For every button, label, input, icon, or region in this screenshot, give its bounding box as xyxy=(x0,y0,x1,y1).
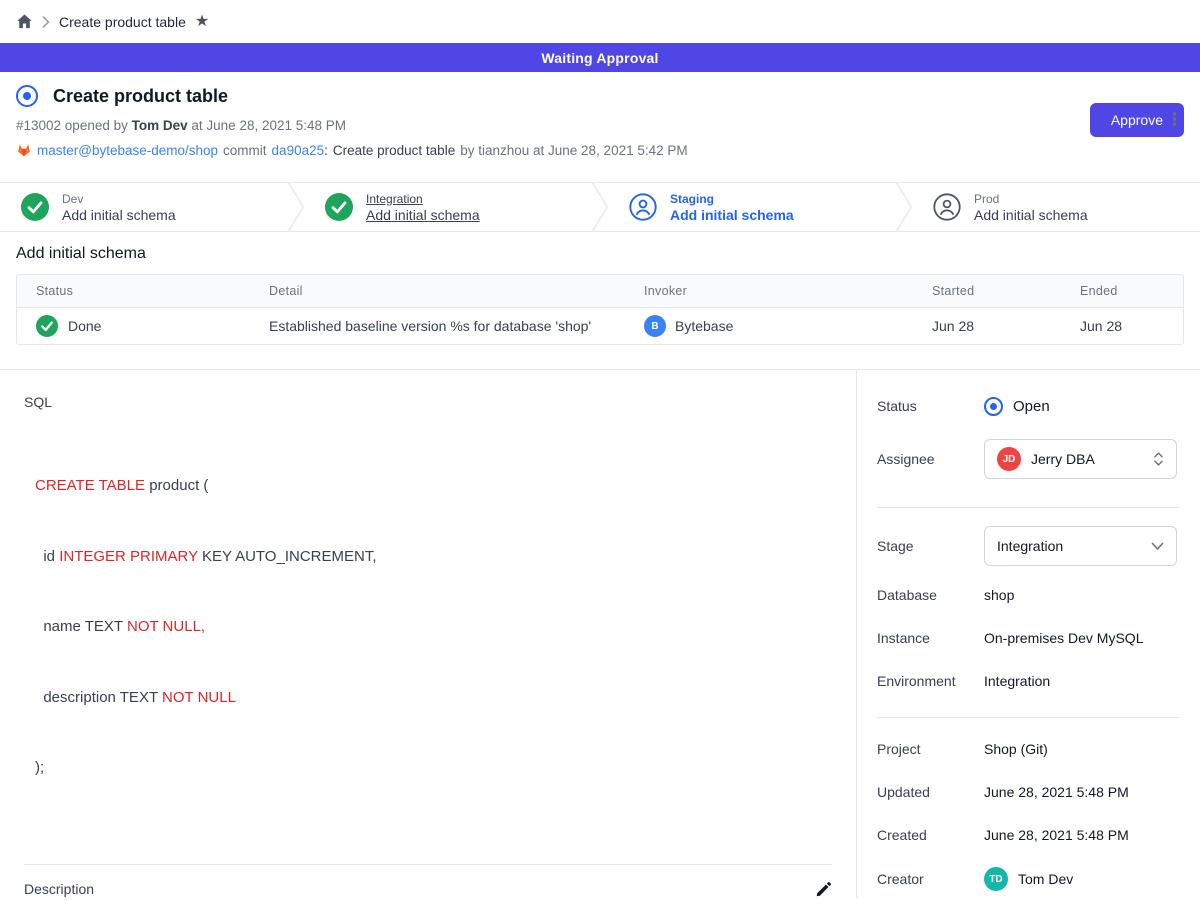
commit-message: Create product table xyxy=(333,143,455,158)
sql-label: SQL xyxy=(24,394,832,410)
stage-env-label: Prod xyxy=(974,192,1088,206)
creator-label: Creator xyxy=(877,871,984,887)
created-label: Created xyxy=(877,827,984,843)
divider xyxy=(24,864,832,865)
table-row[interactable]: Done Established baseline version %s for… xyxy=(17,308,1183,344)
task-invoker: Bytebase xyxy=(675,318,733,334)
stage-separator-icon xyxy=(592,183,608,231)
column-ended: Ended xyxy=(1080,284,1183,298)
issue-sidebar: Status Open Assignee JD Jerry DBA Stage … xyxy=(856,370,1200,899)
creator-value: Tom Dev xyxy=(1018,871,1073,887)
person-circle-icon xyxy=(629,193,657,221)
overflow-menu-icon[interactable]: ⋮ xyxy=(1166,111,1183,128)
breadcrumb: Create product table ★ xyxy=(0,0,1200,43)
approval-banner: Waiting Approval xyxy=(0,43,1200,72)
task-started: Jun 28 xyxy=(932,318,1080,334)
divider xyxy=(877,507,1180,508)
star-icon[interactable]: ★ xyxy=(195,14,209,30)
commit-hash-link[interactable]: da90a25 xyxy=(272,143,325,158)
sql-code: CREATE TABLE product ( id INTEGER PRIMAR… xyxy=(35,427,832,827)
task-ended: Jun 28 xyxy=(1080,318,1183,334)
chevron-down-icon xyxy=(1151,542,1164,551)
person-circle-icon xyxy=(933,193,961,221)
environment-value: Integration xyxy=(984,673,1050,689)
done-check-icon xyxy=(36,315,58,337)
stage-prod[interactable]: Prod Add initial schema xyxy=(912,183,1200,231)
stage-integration[interactable]: Integration Add initial schema xyxy=(304,183,592,231)
stage-select[interactable]: Integration xyxy=(984,526,1177,566)
commit-row: master@bytebase-demo/shop commit da90a25… xyxy=(16,142,1184,158)
issue-author: Tom Dev xyxy=(132,118,188,133)
task-section: Add initial schema Status Detail Invoker… xyxy=(0,232,1200,370)
breadcrumb-separator-icon xyxy=(42,16,50,28)
assignee-select[interactable]: JD Jerry DBA xyxy=(984,439,1177,479)
stage-separator-icon xyxy=(896,183,912,231)
branch-link[interactable]: master@bytebase-demo/shop xyxy=(37,143,218,158)
assignee-avatar: JD xyxy=(997,447,1021,471)
project-value: Shop (Git) xyxy=(984,741,1048,757)
status-value: Open xyxy=(1013,398,1050,415)
approval-banner-text: Waiting Approval xyxy=(541,50,658,66)
created-value: June 28, 2021 5:48 PM xyxy=(984,827,1129,843)
stage-separator-icon xyxy=(288,183,304,231)
task-detail: Established baseline version %s for data… xyxy=(269,318,644,334)
home-icon[interactable] xyxy=(16,13,33,30)
status-open-icon xyxy=(984,397,1003,416)
issue-title: Create product table xyxy=(53,86,228,107)
task-table-header: Status Detail Invoker Started Ended xyxy=(17,275,1183,308)
task-table: Status Detail Invoker Started Ended Done… xyxy=(16,274,1184,345)
column-status: Status xyxy=(36,284,269,298)
stage-task-label: Add initial schema xyxy=(366,207,480,223)
issue-main-column: SQL CREATE TABLE product ( id INTEGER PR… xyxy=(0,370,856,899)
database-value: shop xyxy=(984,587,1014,603)
environment-label: Environment xyxy=(877,673,984,689)
creator-avatar: TD xyxy=(984,867,1008,891)
status-label: Status xyxy=(877,398,984,414)
column-invoker: Invoker xyxy=(644,284,932,298)
pencil-icon xyxy=(815,881,832,898)
updated-label: Updated xyxy=(877,784,984,800)
invoker-avatar: B xyxy=(644,315,666,337)
description-label: Description xyxy=(24,881,94,897)
assignee-label: Assignee xyxy=(877,451,984,467)
task-status: Done xyxy=(68,318,101,334)
project-label: Project xyxy=(877,741,984,757)
task-section-title: Add initial schema xyxy=(16,245,1184,263)
stage-task-label: Add initial schema xyxy=(974,207,1088,223)
gitlab-icon xyxy=(16,142,32,158)
edit-description-button[interactable] xyxy=(815,881,832,898)
stage-env-label: Dev xyxy=(62,192,176,206)
pipeline-stages: Dev Add initial schema Integration Add i… xyxy=(0,182,1200,232)
instance-label: Instance xyxy=(877,630,984,646)
database-label: Database xyxy=(877,587,984,603)
stage-dev[interactable]: Dev Add initial schema xyxy=(0,183,288,231)
issue-meta: #13002 opened by Tom Dev at June 28, 202… xyxy=(16,118,1184,133)
issue-header: Create product table #13002 opened by To… xyxy=(0,72,1200,182)
stage-label: Stage xyxy=(877,538,984,554)
breadcrumb-current: Create product table xyxy=(59,14,186,30)
stage-value: Integration xyxy=(997,538,1141,554)
issue-open-icon xyxy=(16,85,38,107)
instance-value: On-premises Dev MySQL xyxy=(984,630,1143,646)
check-circle-icon xyxy=(21,193,49,221)
column-detail: Detail xyxy=(269,284,644,298)
check-circle-icon xyxy=(325,193,353,221)
commit-byline: by tianzhou at June 28, 2021 5:42 PM xyxy=(460,143,687,158)
stage-env-label: Integration xyxy=(366,192,480,206)
stage-env-label: Staging xyxy=(670,192,794,206)
stage-task-label: Add initial schema xyxy=(62,207,176,223)
column-started: Started xyxy=(932,284,1080,298)
unfold-icon xyxy=(1153,450,1164,468)
divider xyxy=(877,717,1180,718)
updated-value: June 28, 2021 5:48 PM xyxy=(984,784,1129,800)
stage-task-label: Add initial schema xyxy=(670,207,794,223)
stage-staging[interactable]: Staging Add initial schema xyxy=(608,183,896,231)
assignee-value: Jerry DBA xyxy=(1031,451,1143,467)
